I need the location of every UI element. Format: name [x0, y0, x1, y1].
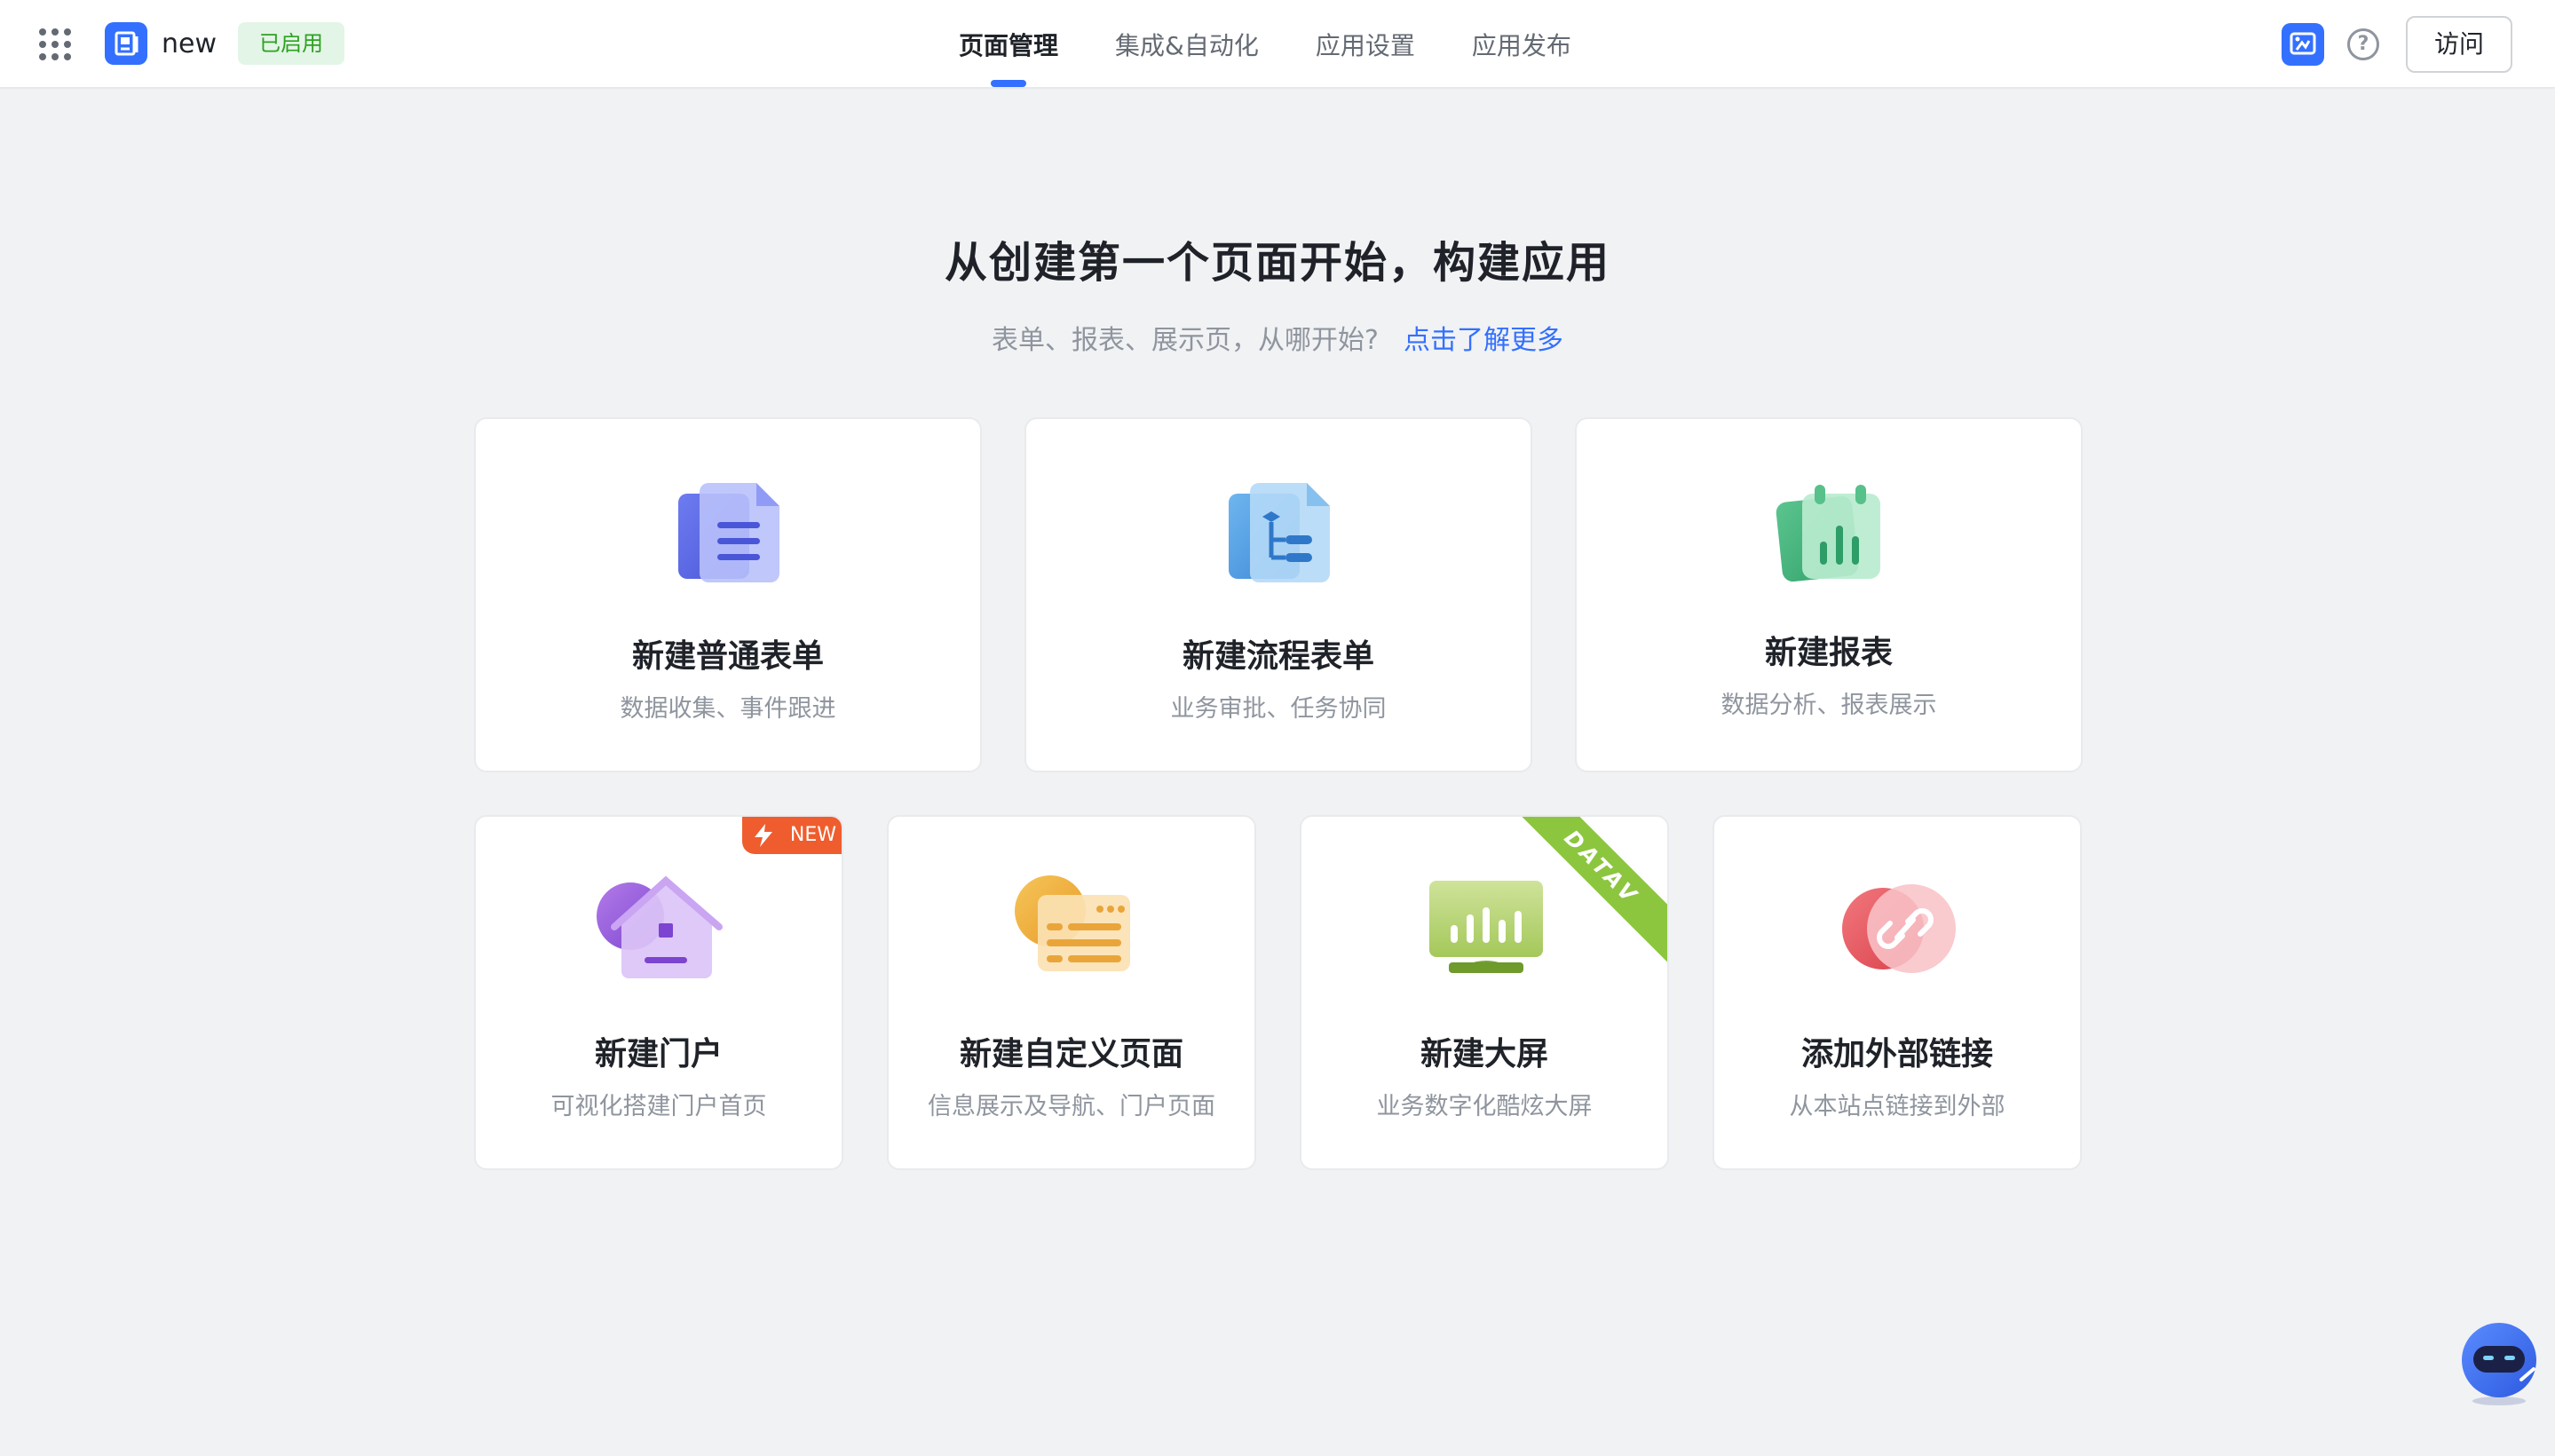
learn-more-link[interactable]: 点击了解更多: [1404, 325, 1563, 356]
tab-integration-automation[interactable]: 集成&自动化: [1115, 0, 1259, 89]
tab-page-management[interactable]: 页面管理: [959, 0, 1058, 89]
card-desc: 可视化搭建门户首页: [550, 1093, 767, 1120]
add-external-link-card[interactable]: 添加外部链接 从本站点链接到外部: [1713, 815, 2082, 1170]
create-portal-card[interactable]: NEW 新建门户 可视化搭建门户首页: [474, 815, 843, 1170]
status-badge: 已启用: [238, 22, 344, 65]
tab-app-settings[interactable]: 应用设置: [1316, 0, 1415, 89]
create-form-card[interactable]: 新建普通表单 数据收集、事件跟进: [474, 417, 982, 772]
card-desc: 信息展示及导航、门户页面: [928, 1093, 1215, 1120]
visit-button[interactable]: 访问: [2405, 16, 2512, 73]
dashboard-screen-icon: [1429, 881, 1543, 973]
card-desc: 从本站点链接到外部: [1789, 1093, 2005, 1120]
top-header: new 已启用 页面管理 集成&自动化 应用设置 应用发布 ? 访问: [0, 0, 2555, 89]
card-title: 新建大屏: [1420, 1036, 1548, 1072]
main-tabs: 页面管理 集成&自动化 应用设置 应用发布: [959, 0, 1628, 89]
assistant-robot-icon[interactable]: [2459, 1318, 2539, 1406]
create-report-card[interactable]: 新建报表 数据分析、报表展示: [1575, 417, 2083, 772]
card-desc: 业务审批、任务协同: [1170, 695, 1387, 723]
card-title: 新建门户: [594, 1036, 723, 1072]
card-desc: 数据分析、报表展示: [1720, 692, 1937, 719]
help-icon[interactable]: ?: [2346, 28, 2379, 60]
card-desc: 数据收集、事件跟进: [620, 695, 836, 723]
subtitle-text: 表单、报表、展示页，从哪开始?: [992, 325, 1379, 356]
external-link-icon: [1842, 884, 1956, 973]
card-title: 新建自定义页面: [959, 1036, 1183, 1072]
new-badge: NEW: [742, 817, 842, 854]
custom-page-icon: [1015, 875, 1130, 971]
app-grid-icon[interactable]: [39, 28, 71, 60]
app-logo-icon[interactable]: [105, 22, 147, 65]
form-icon: [678, 483, 779, 582]
new-badge-label: NEW: [789, 824, 836, 846]
portal-icon: [597, 875, 723, 978]
preview-icon[interactable]: [2281, 23, 2324, 66]
header-actions: ? 访问: [2281, 16, 2512, 73]
report-icon: [1776, 485, 1880, 582]
card-desc: 业务数字化酷炫大屏: [1376, 1093, 1593, 1120]
lightning-icon: [755, 824, 772, 847]
create-workflow-form-card[interactable]: 新建流程表单 业务审批、任务协同: [1024, 417, 1532, 772]
card-title: 添加外部链接: [1800, 1036, 1993, 1072]
create-dashboard-screen-card[interactable]: DATAV 新建大屏 业务数字化酷炫大屏: [1300, 815, 1669, 1170]
card-title: 新建流程表单: [1182, 638, 1374, 675]
card-title: 新建报表: [1764, 635, 1893, 671]
page-title: 从创建第一个页面开始，构建应用: [944, 238, 1610, 288]
app-name[interactable]: new: [162, 27, 217, 62]
create-custom-page-card[interactable]: 新建自定义页面 信息展示及导航、门户页面: [887, 815, 1256, 1170]
workflow-form-icon: [1229, 483, 1330, 582]
page-subtitle: 表单、报表、展示页，从哪开始? 点击了解更多: [0, 318, 2555, 357]
tab-app-publish[interactable]: 应用发布: [1472, 0, 1571, 89]
card-title: 新建普通表单: [631, 638, 824, 675]
